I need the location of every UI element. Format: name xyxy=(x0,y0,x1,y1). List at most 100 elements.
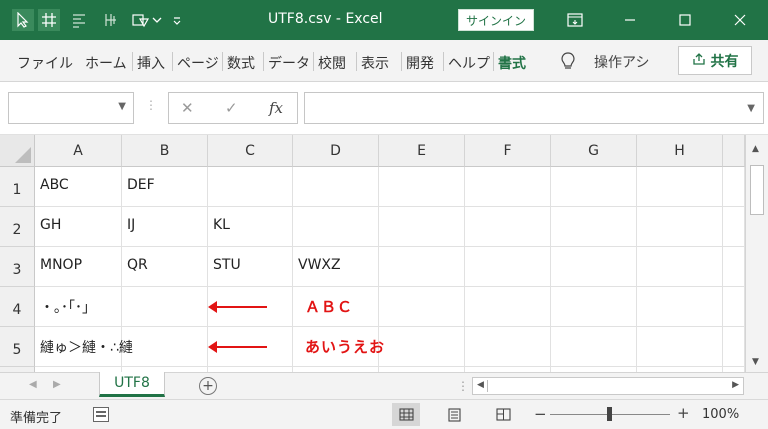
zoom-level[interactable]: 100% xyxy=(702,407,739,422)
column-header-d[interactable]: D xyxy=(293,135,379,167)
tab-format[interactable]: 書式 xyxy=(498,53,526,73)
name-box[interactable]: ▼ xyxy=(8,92,134,124)
column-header-c[interactable]: C xyxy=(208,135,293,167)
cell-c3[interactable]: STU xyxy=(208,247,293,287)
zoom-slider-thumb[interactable] xyxy=(607,407,612,421)
row-header-1[interactable]: 1 xyxy=(0,167,35,207)
row-header-4[interactable]: 4 xyxy=(0,287,35,327)
text-icon[interactable] xyxy=(68,9,90,31)
cell-f4[interactable] xyxy=(465,287,551,327)
cell-a4[interactable]: ・｡･｢･｣ xyxy=(35,287,122,327)
column-header-h[interactable]: H xyxy=(637,135,723,167)
insert-function-button[interactable]: fx xyxy=(269,99,283,117)
cell-f1[interactable] xyxy=(465,167,551,207)
cell-e1[interactable] xyxy=(379,167,465,207)
cell-a3[interactable]: MNOP xyxy=(35,247,122,287)
cell-c1[interactable] xyxy=(208,167,293,207)
cell-d1[interactable] xyxy=(293,167,379,207)
tab-help[interactable]: ヘルプ xyxy=(448,53,490,73)
cell-e2[interactable] xyxy=(379,207,465,247)
vertical-scrollbar[interactable]: ▲ ▼ xyxy=(745,135,768,372)
column-header-g[interactable]: G xyxy=(551,135,637,167)
ribbon-display-icon[interactable] xyxy=(562,8,588,32)
maximize-button[interactable] xyxy=(672,8,698,32)
cell-a1[interactable]: ABC xyxy=(35,167,122,207)
cell-h5[interactable] xyxy=(637,327,723,367)
cell-h2[interactable] xyxy=(637,207,723,247)
cell-c2[interactable]: KL xyxy=(208,207,293,247)
macro-record-icon[interactable] xyxy=(93,407,109,422)
scroll-down-icon[interactable]: ▼ xyxy=(752,357,759,367)
column-header-a[interactable]: A xyxy=(35,135,122,167)
page-layout-view-button[interactable] xyxy=(440,403,468,426)
close-button[interactable] xyxy=(727,8,753,32)
cell-d2[interactable] xyxy=(293,207,379,247)
cell-h1[interactable] xyxy=(637,167,723,207)
lightbulb-icon[interactable] xyxy=(560,51,576,75)
cell-partial[interactable] xyxy=(723,207,745,247)
cell-d3[interactable]: VWXZ xyxy=(293,247,379,287)
grid-icon[interactable] xyxy=(38,9,60,31)
cell-f2[interactable] xyxy=(465,207,551,247)
cell-partial[interactable] xyxy=(723,327,745,367)
cell-g5[interactable] xyxy=(551,327,637,367)
add-sheet-button[interactable]: + xyxy=(199,377,217,395)
zoom-out-button[interactable]: − xyxy=(534,405,547,423)
row-header-5[interactable]: 5 xyxy=(0,327,35,367)
cell-b3[interactable]: QR xyxy=(122,247,208,287)
cell-e5[interactable] xyxy=(379,327,465,367)
row-header-3[interactable]: 3 xyxy=(0,247,35,287)
cell-f3[interactable] xyxy=(465,247,551,287)
cell-partial[interactable] xyxy=(723,167,745,207)
tab-home[interactable]: ホーム xyxy=(85,53,127,73)
cell-g4[interactable] xyxy=(551,287,637,327)
cell-partial[interactable] xyxy=(723,287,745,327)
sheet-prev-icon[interactable]: ◀ xyxy=(29,379,37,390)
share-button[interactable]: 共有 xyxy=(678,46,752,75)
cell-h4[interactable] xyxy=(637,287,723,327)
scroll-thumb[interactable] xyxy=(750,165,764,215)
tell-me-input[interactable]: 操作アシ xyxy=(594,52,649,72)
page-break-view-button[interactable] xyxy=(489,403,517,426)
shape-icon[interactable] xyxy=(130,9,152,31)
cell-b1[interactable]: DEF xyxy=(122,167,208,207)
cell-g2[interactable] xyxy=(551,207,637,247)
column-header-f[interactable]: F xyxy=(465,135,551,167)
row-header-2[interactable]: 2 xyxy=(0,207,35,247)
cell-b5[interactable] xyxy=(122,327,208,367)
sheet-next-icon[interactable]: ▶ xyxy=(53,379,61,390)
column-header-e[interactable]: E xyxy=(379,135,465,167)
cell-g3[interactable] xyxy=(551,247,637,287)
tab-formulas[interactable]: 数式 xyxy=(227,53,255,73)
column-header-b[interactable]: B xyxy=(122,135,208,167)
sheet-tab-utf8[interactable]: UTF8 xyxy=(99,372,165,397)
expand-icon[interactable]: ▼ xyxy=(747,103,755,114)
tab-page-layout[interactable]: ページ xyxy=(177,53,219,73)
horizontal-scroll-thumb[interactable] xyxy=(487,380,667,392)
cell-b4[interactable] xyxy=(122,287,208,327)
select-icon[interactable] xyxy=(12,9,34,31)
tab-insert[interactable]: 挿入 xyxy=(137,53,165,73)
zoom-in-button[interactable]: + xyxy=(677,404,690,422)
cell-g1[interactable] xyxy=(551,167,637,207)
normal-view-button[interactable] xyxy=(392,403,420,426)
chevron-down-icon[interactable]: ▼ xyxy=(118,101,126,112)
signin-button[interactable]: サインイン xyxy=(458,9,534,31)
tab-developer[interactable]: 開発 xyxy=(406,53,434,73)
cell-h3[interactable] xyxy=(637,247,723,287)
enter-icon[interactable]: ✓ xyxy=(225,99,238,117)
formula-input[interactable]: ▼ xyxy=(304,92,764,124)
scroll-right-icon[interactable]: ▶ xyxy=(732,380,739,390)
cell-f5[interactable] xyxy=(465,327,551,367)
splitter-handle[interactable]: ⋮ xyxy=(457,379,469,393)
cell-a5[interactable]: 縺ゅ＞縺・∴縺 xyxy=(35,327,133,367)
cell-e4[interactable] xyxy=(379,287,465,327)
dropdown-icon[interactable] xyxy=(150,9,164,31)
cell-a2[interactable]: GH xyxy=(35,207,122,247)
customize-icon[interactable] xyxy=(170,9,184,31)
horizontal-scrollbar[interactable]: ◀ ▶ xyxy=(472,377,744,395)
drag-handle-icon[interactable]: ⋮ xyxy=(145,98,157,112)
pinyin-icon[interactable] xyxy=(100,9,122,31)
tab-review[interactable]: 校閲 xyxy=(318,53,346,73)
cell-e3[interactable] xyxy=(379,247,465,287)
